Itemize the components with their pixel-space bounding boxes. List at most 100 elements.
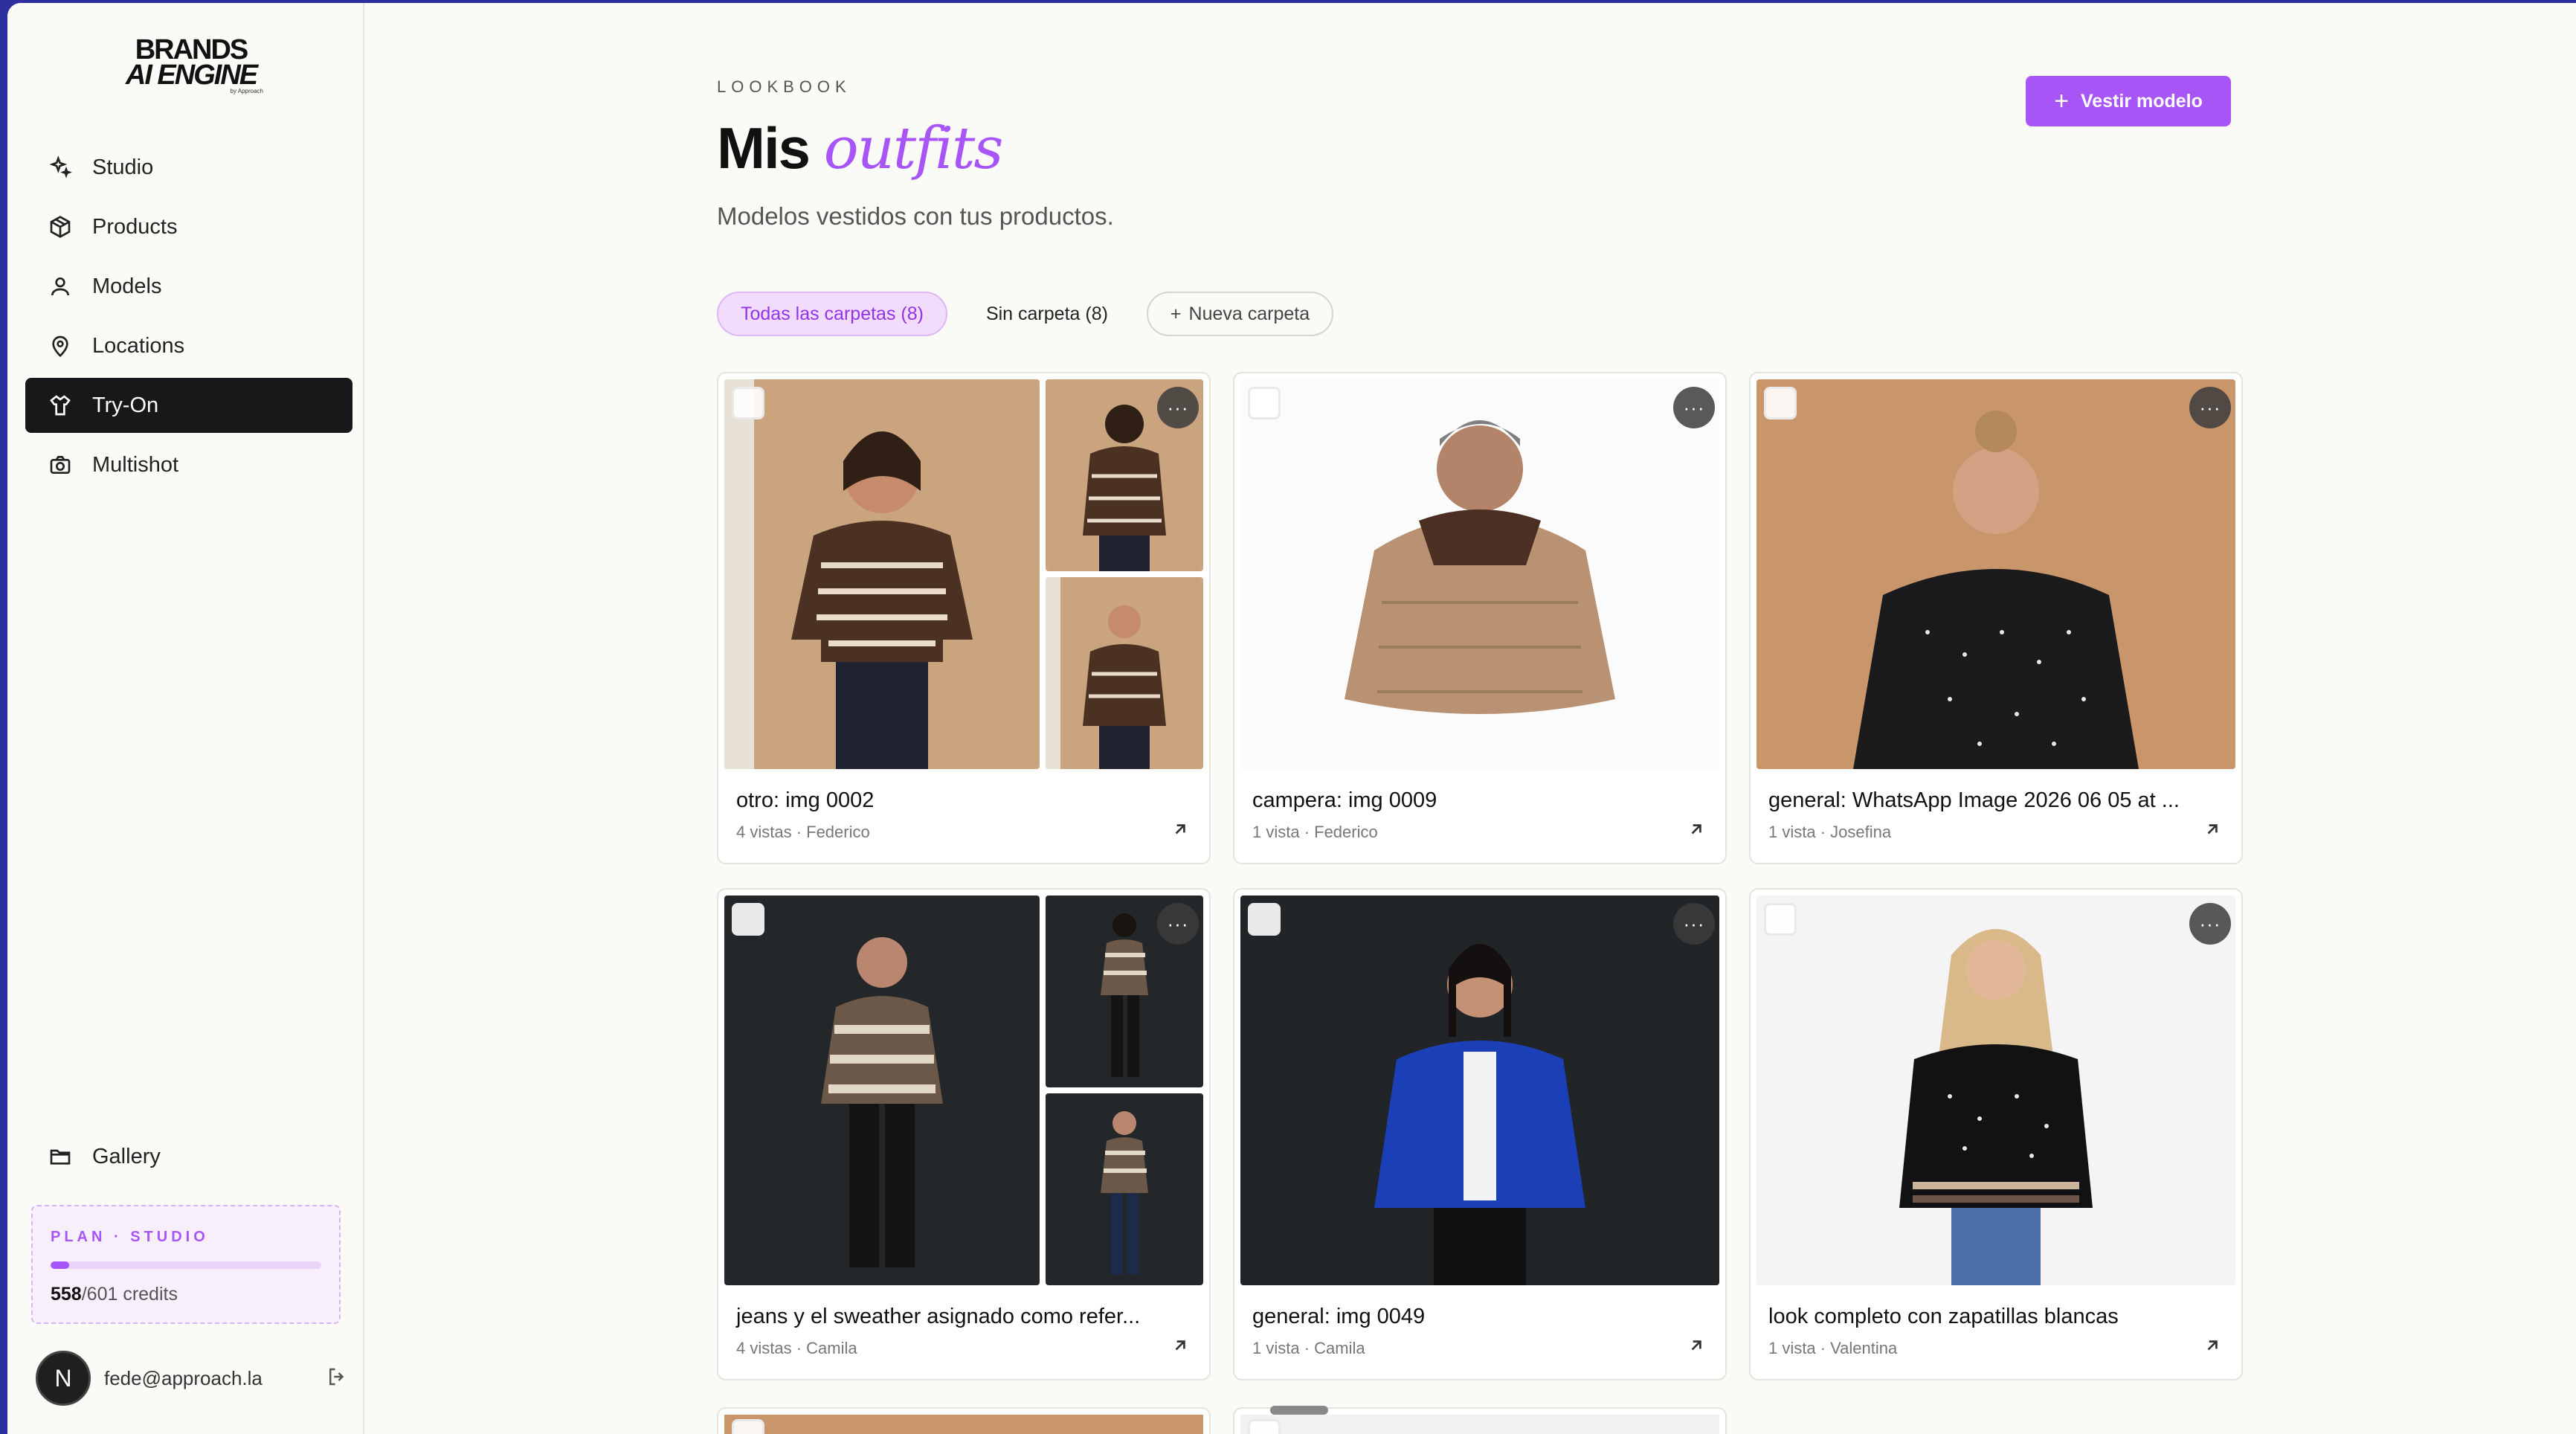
page-subtitle: Modelos vestidos con tus productos. — [717, 202, 1114, 230]
brand-logo-line1: BRANDS — [135, 34, 249, 65]
sidebar-nav: Studio Products Models Locations Try-On … — [25, 140, 352, 497]
outfit-image-main — [1756, 896, 2235, 1285]
page-title-accent: outfits — [823, 115, 1004, 182]
arrow-up-right-icon[interactable] — [1171, 820, 1190, 843]
select-checkbox[interactable] — [1248, 1419, 1281, 1434]
page-title: Mis outfits — [717, 115, 1004, 182]
card-meta: 1 vista · Josefina — [1768, 823, 1892, 841]
vestir-modelo-label: Vestir modelo — [2080, 90, 2203, 112]
sidebar-item-label: Models — [92, 274, 162, 298]
sidebar-item-label: Try-On — [92, 393, 159, 417]
app-window: BRANDS AI ENGINE by Approach Studio Prod… — [7, 3, 2576, 1434]
outfit-image-main — [1240, 379, 1719, 769]
card-title: jeans y el sweather asignado como refer.… — [736, 1305, 1141, 1328]
card-title: otro: img 0002 — [736, 788, 875, 812]
sidebar-item-studio[interactable]: Studio — [25, 140, 352, 195]
box-icon — [48, 214, 73, 239]
user-icon — [48, 274, 73, 299]
folder-filters: Todas las carpetas (8) Sin carpeta (8) +… — [717, 292, 1334, 336]
arrow-up-right-icon[interactable] — [2203, 820, 2222, 843]
vestir-modelo-button[interactable]: + Vestir modelo — [2026, 76, 2231, 126]
outfit-image-main — [724, 1415, 1203, 1434]
plus-icon: + — [2054, 86, 2069, 115]
outfit-card[interactable]: ··· look completo con zapatillas blancas… — [1749, 888, 2243, 1380]
select-checkbox[interactable] — [732, 1419, 764, 1434]
folder-icon — [48, 1144, 73, 1169]
arrow-up-right-icon[interactable] — [1171, 1336, 1190, 1359]
filter-no-folder[interactable]: Sin carpeta (8) — [962, 292, 1132, 336]
logout-icon[interactable] — [326, 1366, 348, 1392]
sidebar-item-label: Multishot — [92, 452, 179, 477]
select-checkbox[interactable] — [1248, 387, 1281, 419]
new-folder-button[interactable]: + Nueva carpeta — [1146, 292, 1334, 336]
credits-progress-bar — [51, 1261, 321, 1269]
credits-progress-fill — [51, 1261, 70, 1269]
outfit-card[interactable]: ··· campera: img 0009 1 vista · Federico — [1233, 372, 1727, 864]
scroll-indicator[interactable] — [1270, 1406, 1328, 1415]
arrow-up-right-icon[interactable] — [2203, 1336, 2222, 1359]
select-checkbox[interactable] — [1764, 387, 1797, 419]
sidebar-item-multishot[interactable]: Multishot — [25, 437, 352, 492]
sidebar-item-label: Locations — [92, 333, 185, 358]
more-options-icon[interactable]: ··· — [1673, 903, 1715, 945]
section-kicker: LOOKBOOK — [717, 77, 851, 96]
outfit-card[interactable]: ··· otro: img 0002 4 vistas · Federico — [717, 372, 1211, 864]
shirt-icon — [48, 393, 73, 418]
outfit-image-main — [1756, 379, 2235, 769]
arrow-up-right-icon[interactable] — [1687, 1336, 1706, 1359]
new-folder-label: Nueva carpeta — [1188, 303, 1310, 324]
card-meta: 4 vistas · Federico — [736, 823, 870, 841]
sidebar-item-models[interactable]: Models — [25, 259, 352, 314]
user-email: fede@approach.la — [104, 1366, 263, 1389]
select-checkbox[interactable] — [1764, 903, 1797, 936]
more-options-icon[interactable]: ··· — [2189, 387, 2231, 428]
more-options-icon[interactable]: ··· — [1157, 903, 1199, 945]
select-checkbox[interactable] — [732, 903, 764, 936]
card-title: look completo con zapatillas blancas — [1768, 1305, 2119, 1328]
camera-icon — [48, 452, 73, 478]
page-title-plain: Mis — [717, 115, 811, 181]
sidebar-item-gallery[interactable]: Gallery — [25, 1129, 352, 1184]
sidebar-item-label: Studio — [92, 155, 154, 179]
more-options-icon[interactable]: ··· — [1673, 387, 1715, 428]
outfit-image-side — [1046, 577, 1203, 769]
select-checkbox[interactable] — [732, 387, 764, 419]
outfit-card[interactable]: ··· jeans y el sweather asignado como re… — [717, 888, 1211, 1380]
filter-all-folders[interactable]: Todas las carpetas (8) — [717, 292, 947, 336]
card-meta: 1 vista · Valentina — [1768, 1339, 1898, 1357]
card-title: general: img 0049 — [1252, 1305, 1426, 1328]
sparkles-icon — [48, 155, 73, 180]
brand-logo-line2: AI ENGINE — [125, 60, 258, 91]
map-pin-icon — [48, 333, 73, 358]
arrow-up-right-icon[interactable] — [1687, 820, 1706, 843]
sidebar-item-products[interactable]: Products — [25, 199, 352, 254]
outfit-card[interactable]: ··· general: WhatsApp Image 2026 06 05 a… — [1749, 372, 2243, 864]
credits-used: 558 — [51, 1284, 82, 1305]
outfit-image-main — [724, 379, 1040, 769]
plan-label: PLAN · STUDIO — [51, 1229, 209, 1245]
outfit-image-main — [1240, 1415, 1719, 1434]
card-meta: 1 vista · Federico — [1252, 823, 1378, 841]
sidebar-item-label: Gallery — [92, 1144, 161, 1168]
card-title: campera: img 0009 — [1252, 788, 1437, 812]
user-row: N fede@approach.la — [36, 1351, 348, 1406]
sidebar-gallery: Gallery — [25, 1129, 352, 1189]
more-options-icon[interactable]: ··· — [2189, 903, 2231, 945]
brand-logo[interactable]: BRANDS AI ENGINE by Approach — [113, 34, 269, 95]
outfit-card[interactable]: ··· general: img 0049 1 vista · Camila — [1233, 888, 1727, 1380]
select-checkbox[interactable] — [1248, 903, 1281, 936]
more-options-icon[interactable]: ··· — [1157, 387, 1199, 428]
sidebar: BRANDS AI ENGINE by Approach Studio Prod… — [7, 3, 364, 1434]
main-content: LOOKBOOK Mis outfits Modelos vestidos co… — [364, 3, 2576, 1434]
card-meta: 1 vista · Camila — [1252, 1339, 1365, 1357]
sidebar-item-locations[interactable]: Locations — [25, 318, 352, 373]
sidebar-item-try-on[interactable]: Try-On — [25, 378, 352, 433]
sidebar-item-label: Products — [92, 214, 178, 239]
outfit-image-main — [1240, 896, 1719, 1285]
card-meta: 4 vistas · Camila — [736, 1339, 857, 1357]
avatar[interactable]: N — [36, 1351, 91, 1406]
outfit-card-partial[interactable] — [717, 1407, 1211, 1434]
plan-credits-box: PLAN · STUDIO 558/601 credits — [31, 1205, 341, 1324]
credits-text: 558/601 credits — [51, 1284, 178, 1305]
outfit-image-main — [724, 896, 1040, 1285]
